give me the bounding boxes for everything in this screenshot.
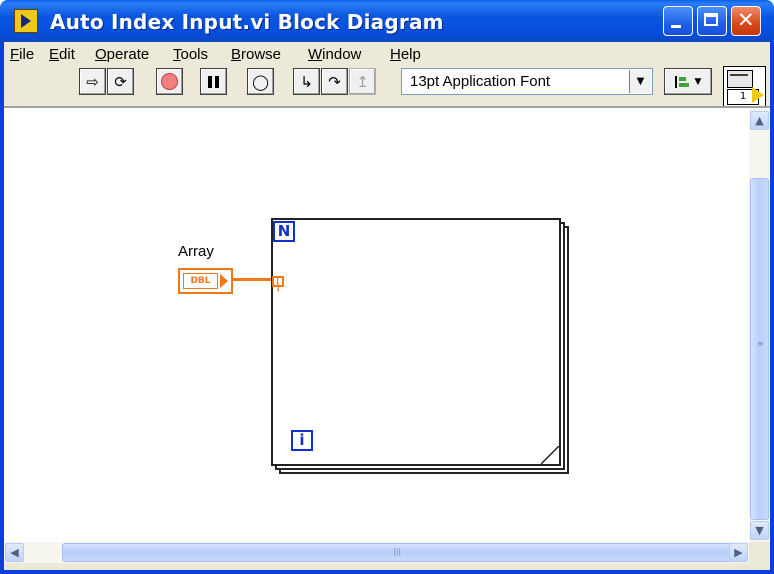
block-diagram-canvas[interactable]: Array DBL N [ ] i <box>4 109 749 542</box>
array-wire[interactable] <box>233 278 273 281</box>
highlight-execution-bulb-icon[interactable]: ◯ <box>247 68 274 95</box>
window-title: Auto Index Input.vi Block Diagram <box>50 10 444 34</box>
count-terminal[interactable]: N <box>273 221 295 242</box>
vertical-scroll-thumb[interactable]: ≡ <box>750 178 769 520</box>
abort-execution-icon[interactable] <box>156 68 183 95</box>
menu-window[interactable]: Window <box>308 46 361 63</box>
vi-connector-pane-icon[interactable]: 1 <box>723 66 766 108</box>
align-objects-icon[interactable]: ▼ <box>664 68 712 95</box>
loop-resize-corner-icon[interactable] <box>541 446 559 464</box>
menu-bar: File Edit Operate Tools Browse Window He… <box>4 42 704 66</box>
auto-index-tunnel[interactable]: [ ] <box>272 276 284 292</box>
menu-edit[interactable]: Edit <box>49 46 75 63</box>
run-arrow-icon[interactable]: ⇨ <box>79 68 106 95</box>
menu-file[interactable]: File <box>10 46 34 63</box>
run-arrow-icon <box>752 87 764 103</box>
menu-operate[interactable]: Operate <box>95 46 149 63</box>
for-loop[interactable]: N [ ] i <box>271 218 561 466</box>
step-out-icon: ↥ <box>349 68 376 95</box>
scroll-down-icon[interactable]: ▼ <box>750 521 769 540</box>
terminal-arrow-icon <box>220 274 228 288</box>
horizontal-scroll-thumb[interactable]: ||| <box>62 543 738 562</box>
pause-icon[interactable] <box>200 68 227 95</box>
array-type-label: DBL <box>183 273 218 289</box>
close-button[interactable] <box>731 6 761 36</box>
run-continuously-icon[interactable]: ⟳ <box>107 68 134 95</box>
menu-tools[interactable]: Tools <box>173 46 208 63</box>
chevron-down-icon[interactable]: ▼ <box>629 70 651 93</box>
font-value: 13pt Application Font <box>410 73 551 90</box>
vi-window: Auto Index Input.vi Block Diagram File E… <box>0 0 774 574</box>
labview-vi-icon <box>14 9 38 33</box>
scroll-up-icon[interactable]: ▲ <box>750 111 769 130</box>
text-settings-select[interactable]: 13pt Application Font ▼ <box>401 68 653 95</box>
menu-browse[interactable]: Browse <box>231 46 281 63</box>
toolbar: ⇨ ⟳ ◯ ↳ ↷ ↥ 13pt Application Font ▼ ▼ 1 <box>4 66 770 108</box>
minimize-button[interactable] <box>663 6 693 36</box>
step-into-icon[interactable]: ↳ <box>293 68 320 95</box>
grip-icon: ||| <box>393 547 402 556</box>
scroll-right-icon[interactable]: ▶ <box>729 543 748 562</box>
scroll-left-icon[interactable]: ◀ <box>5 543 24 562</box>
horizontal-scrollbar[interactable]: ◀ ||| ▶ <box>4 542 749 563</box>
title-bar[interactable]: Auto Index Input.vi Block Diagram <box>0 0 774 42</box>
size-grip-icon[interactable] <box>749 542 770 563</box>
array-control-label: Array <box>178 243 214 260</box>
grip-icon: ≡ <box>757 339 764 348</box>
step-over-icon[interactable]: ↷ <box>321 68 348 95</box>
maximize-button[interactable] <box>697 6 727 36</box>
array-control-terminal[interactable]: DBL <box>178 268 233 294</box>
iteration-terminal[interactable]: i <box>291 430 313 451</box>
menu-help[interactable]: Help <box>390 46 421 63</box>
waveform-icon <box>727 70 753 88</box>
vertical-scrollbar[interactable]: ▲ ≡ ▼ <box>749 109 770 542</box>
